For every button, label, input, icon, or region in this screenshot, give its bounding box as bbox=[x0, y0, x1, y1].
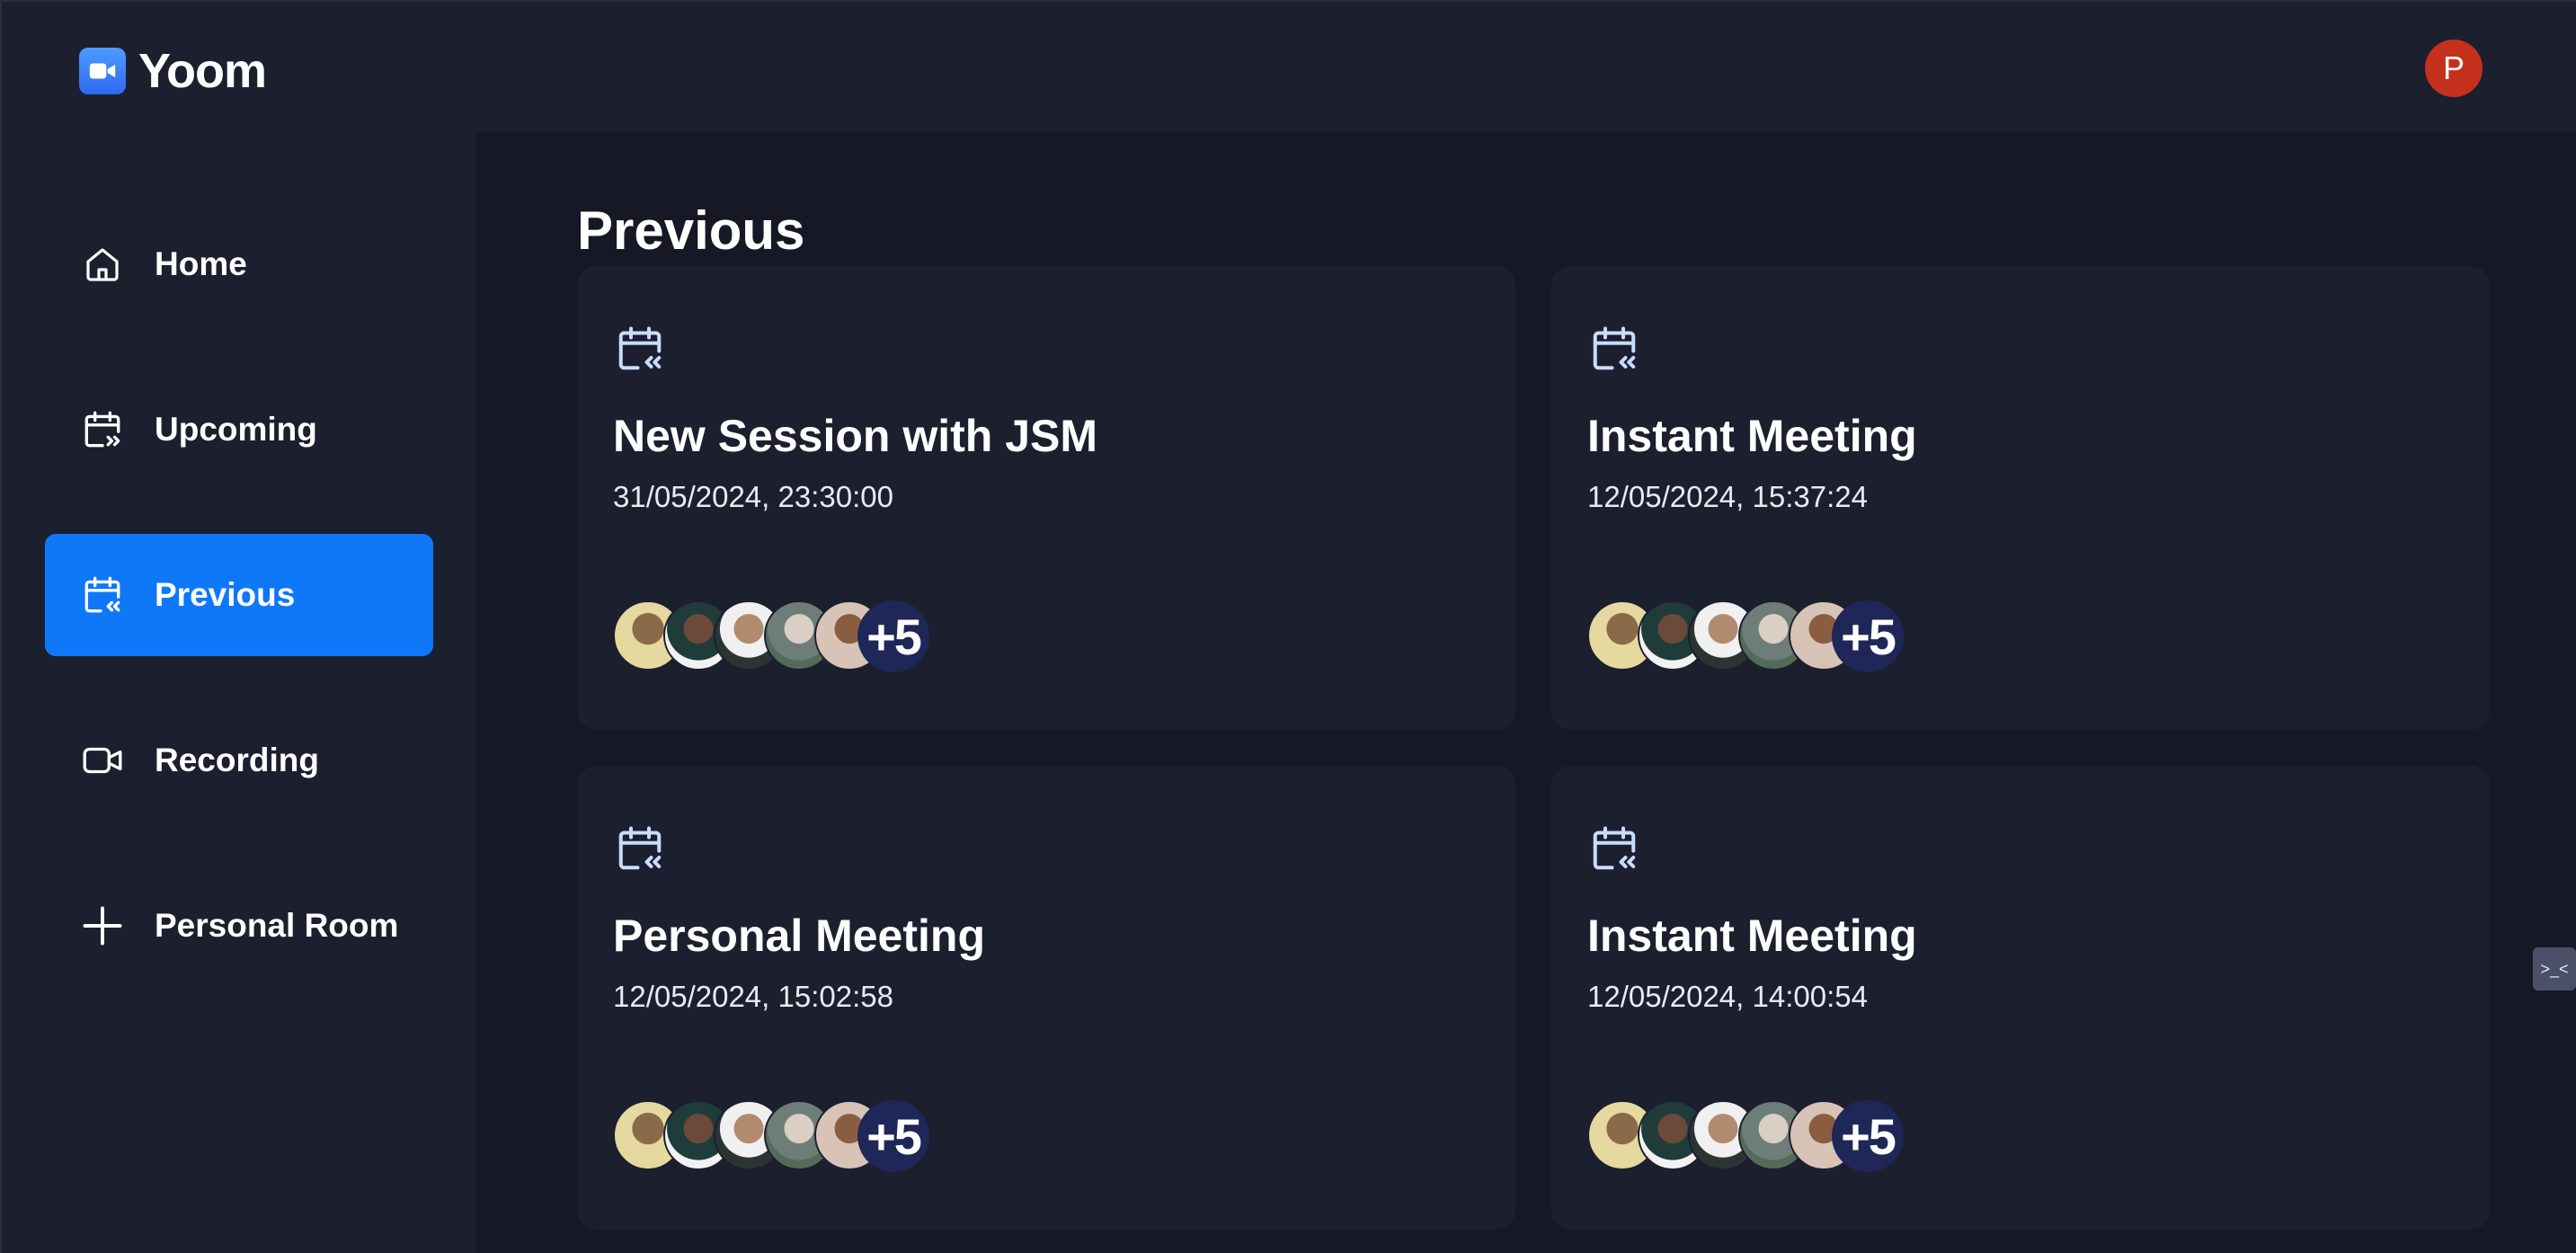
video-camera-logo-icon bbox=[79, 48, 126, 94]
calendar-back-icon bbox=[613, 322, 667, 376]
meeting-date: 12/05/2024, 15:02:58 bbox=[613, 980, 893, 1013]
meeting-title: Instant Meeting bbox=[1587, 911, 1917, 961]
sidebar-item-personal-room[interactable]: Personal Room bbox=[45, 865, 433, 987]
meeting-title: Instant Meeting bbox=[1587, 411, 1917, 461]
sidebar-item-label: Upcoming bbox=[155, 411, 317, 448]
meeting-card[interactable]: New Session with JSM 31/05/2024, 23:30:0… bbox=[577, 266, 1515, 730]
meeting-date: 31/05/2024, 23:30:00 bbox=[613, 480, 893, 513]
attendee-avatars: +5 bbox=[1587, 600, 1911, 672]
calendar-back-icon bbox=[1587, 822, 1641, 875]
sidebar-item-label: Recording bbox=[155, 742, 319, 778]
user-avatar[interactable]: P bbox=[2425, 40, 2483, 97]
meeting-card[interactable]: Personal Meeting 12/05/2024, 15:02:58 +5 bbox=[577, 766, 1515, 1230]
attendee-avatars: +5 bbox=[1587, 1100, 1911, 1172]
top-navbar: Yoom P bbox=[2, 2, 2576, 131]
more-attendees-badge: +5 bbox=[857, 600, 929, 672]
app-name: Yoom bbox=[138, 44, 267, 98]
sidebar-item-home[interactable]: Home bbox=[45, 203, 433, 325]
sidebar: Home Upcoming Previous Recording Persona… bbox=[2, 131, 476, 1253]
attendee-avatars: +5 bbox=[613, 600, 937, 672]
sidebar-item-label: Previous bbox=[155, 576, 296, 613]
calendar-back-icon bbox=[79, 572, 126, 618]
page-title: Previous bbox=[577, 200, 805, 261]
meeting-card[interactable]: Instant Meeting 12/05/2024, 15:37:24 +5 bbox=[1551, 266, 2490, 730]
app-window: Yoom P Home Upcoming Previous Recording … bbox=[0, 0, 2576, 1253]
meeting-card[interactable]: Instant Meeting 12/05/2024, 14:00:54 +5 bbox=[1551, 766, 2490, 1230]
home-icon bbox=[79, 241, 126, 288]
calendar-back-icon bbox=[613, 822, 667, 875]
sidebar-item-label: Home bbox=[155, 245, 247, 282]
video-icon bbox=[79, 737, 126, 784]
meeting-date: 12/05/2024, 14:00:54 bbox=[1587, 980, 1868, 1013]
sidebar-item-previous[interactable]: Previous bbox=[45, 534, 433, 656]
more-attendees-badge: +5 bbox=[857, 1100, 929, 1172]
logo[interactable]: Yoom bbox=[79, 43, 267, 99]
meeting-title: Personal Meeting bbox=[613, 911, 985, 961]
devtools-toggle-icon[interactable]: >_< bbox=[2533, 947, 2576, 991]
meeting-title: New Session with JSM bbox=[613, 411, 1098, 461]
more-attendees-badge: +5 bbox=[1832, 1100, 1904, 1172]
main-content: Previous New Session with JSM 31/05/2024… bbox=[476, 131, 2576, 1253]
attendee-avatars: +5 bbox=[613, 1100, 937, 1172]
plus-icon bbox=[79, 902, 126, 949]
sidebar-item-recording[interactable]: Recording bbox=[45, 699, 433, 822]
sidebar-item-upcoming[interactable]: Upcoming bbox=[45, 369, 433, 491]
sidebar-item-label: Personal Room bbox=[155, 907, 399, 944]
calendar-back-icon bbox=[1587, 322, 1641, 376]
calendar-forward-icon bbox=[79, 406, 126, 453]
meeting-date: 12/05/2024, 15:37:24 bbox=[1587, 480, 1868, 513]
more-attendees-badge: +5 bbox=[1832, 600, 1904, 672]
